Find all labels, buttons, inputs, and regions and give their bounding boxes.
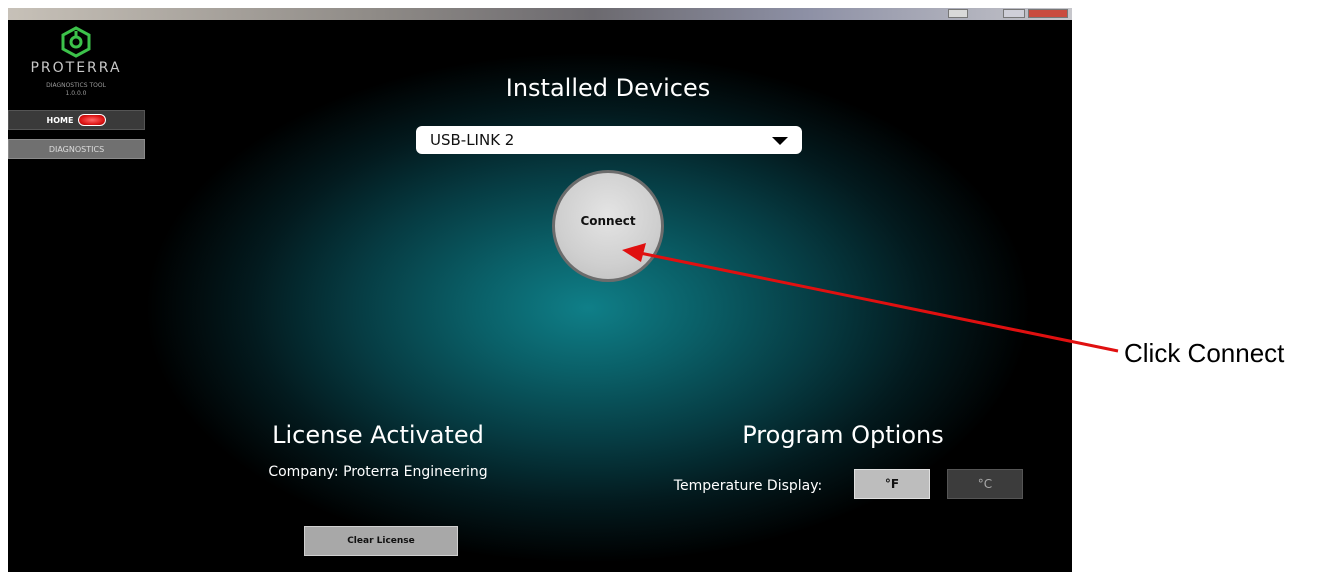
temperature-display-label: Temperature Display: xyxy=(673,478,823,494)
fahrenheit-label: °F xyxy=(884,477,900,491)
device-dropdown[interactable]: USB-LINK 2 xyxy=(416,126,802,154)
window-titlebar xyxy=(8,8,1072,20)
license-title: License Activated xyxy=(272,421,484,449)
brand-version: 1.0.0.0 xyxy=(65,90,87,97)
program-options-title: Program Options xyxy=(742,421,944,449)
app-window: PROTERRA DIAGNOSTICS TOOL 1.0.0.0 HOME D… xyxy=(8,8,1072,572)
triangle-down-icon xyxy=(772,137,788,145)
minimize-button[interactable] xyxy=(948,9,968,18)
nav-diagnostics-button[interactable]: DIAGNOSTICS xyxy=(8,139,145,159)
nav-home-button[interactable]: HOME xyxy=(8,110,145,130)
home-indicator-icon xyxy=(78,114,107,126)
annotation-label: Click Connect xyxy=(1124,338,1285,368)
license-company: Company: Proterra Engineering xyxy=(268,464,488,480)
brand-subtitle: DIAGNOSTICS TOOL xyxy=(46,82,106,89)
connect-label: Connect xyxy=(580,214,636,228)
installed-devices-title: Installed Devices xyxy=(505,74,711,102)
fahrenheit-button[interactable]: °F xyxy=(854,469,930,499)
proterra-logo-icon xyxy=(61,26,91,58)
nav-diagnostics-label: DIAGNOSTICS xyxy=(48,144,105,154)
clear-license-button[interactable]: Clear License xyxy=(304,526,458,556)
nav-home-label: HOME xyxy=(46,115,74,125)
close-button[interactable] xyxy=(1028,9,1068,18)
celsius-button[interactable]: °C xyxy=(947,469,1023,499)
device-dropdown-value: USB-LINK 2 xyxy=(430,131,515,149)
connect-button[interactable]: Connect xyxy=(552,170,664,282)
maximize-button[interactable] xyxy=(1003,9,1025,18)
brand-name: PROTERRA xyxy=(30,60,122,76)
clear-license-label: Clear License xyxy=(347,536,415,546)
celsius-label: °C xyxy=(977,477,993,491)
